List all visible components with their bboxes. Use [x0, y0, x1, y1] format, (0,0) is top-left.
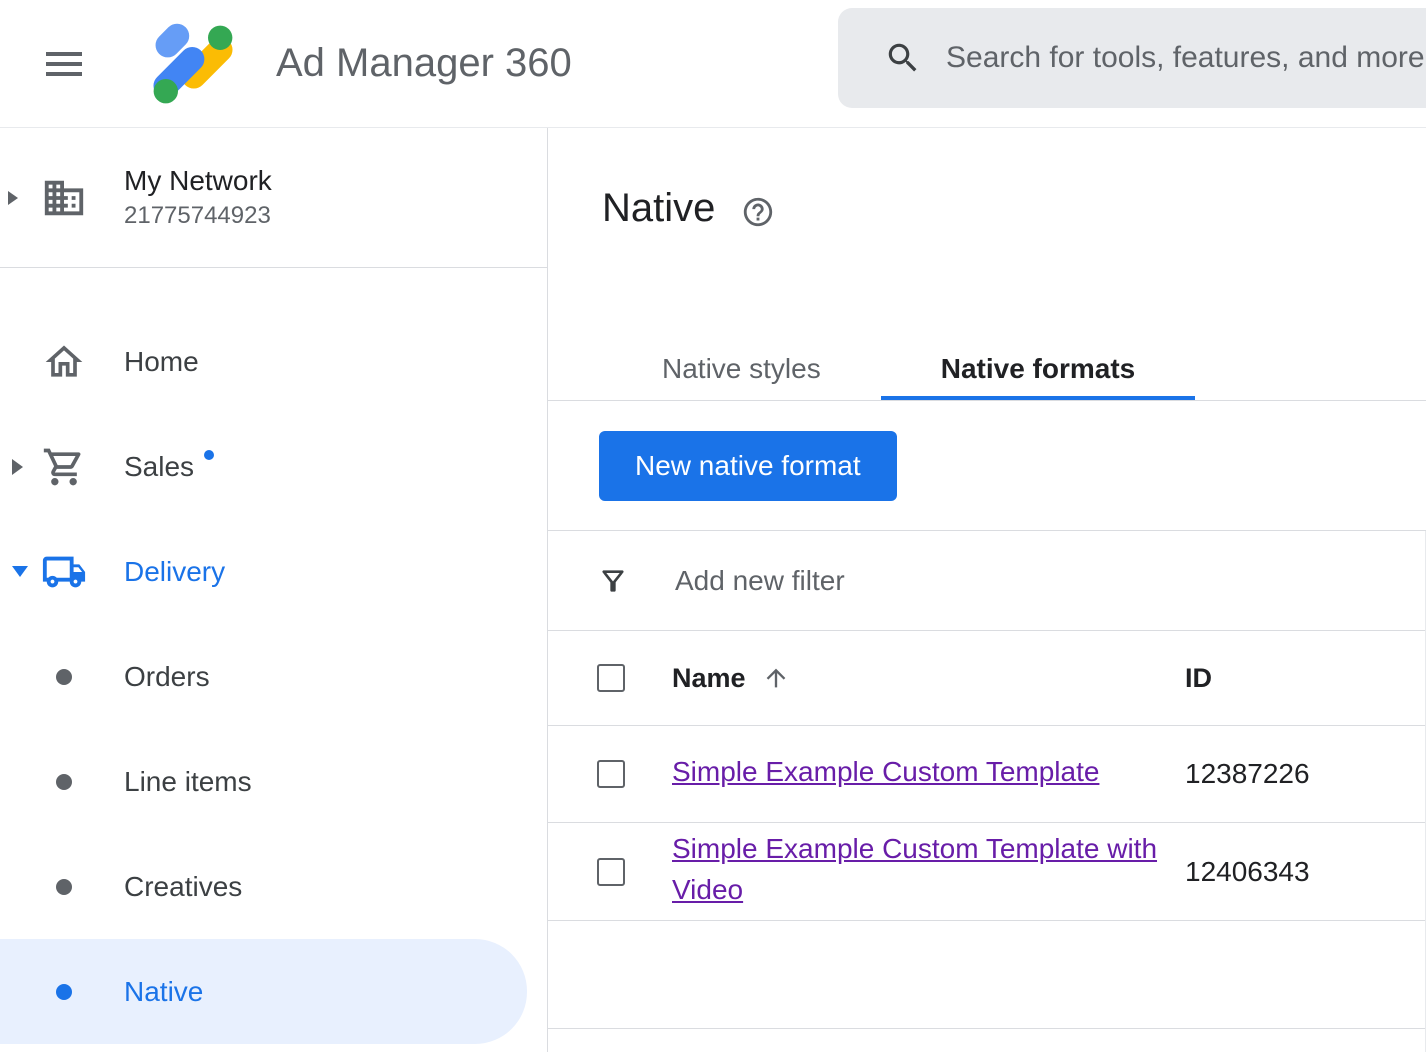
- row-checkbox[interactable]: [597, 760, 625, 788]
- new-native-format-button[interactable]: New native format: [599, 431, 897, 501]
- sidebar-item-label: Sales: [124, 451, 194, 483]
- top-app-bar: Ad Manager 360: [0, 0, 1426, 128]
- sidebar-item-home[interactable]: Home: [0, 309, 547, 414]
- network-name: My Network: [124, 165, 272, 197]
- bullet-icon: [56, 669, 72, 685]
- app-window: Ad Manager 360 My Network 21775744923: [0, 0, 1426, 1052]
- sidebar-item-label: Line items: [124, 766, 252, 798]
- shopping-cart-icon: [40, 443, 88, 491]
- sidebar-item-label: Orders: [124, 661, 210, 693]
- name-column-label: Name: [672, 663, 746, 694]
- sidebar: My Network 21775744923 Home: [0, 128, 548, 1052]
- app-title: Ad Manager 360: [276, 41, 572, 86]
- network-id: 21775744923: [124, 202, 272, 230]
- sidebar-item-label: Creatives: [124, 871, 242, 903]
- search-icon: [884, 39, 922, 77]
- table-header-row: Name ID: [548, 631, 1425, 726]
- row-checkbox[interactable]: [597, 858, 625, 886]
- sidebar-item-label: Native: [124, 976, 203, 1008]
- sidebar-item-line-items[interactable]: Line items: [0, 729, 547, 834]
- sidebar-item-creatives[interactable]: Creatives: [0, 834, 547, 939]
- search-bar[interactable]: [838, 8, 1426, 108]
- notification-dot-icon: [204, 450, 214, 460]
- network-expand-icon[interactable]: [8, 191, 18, 205]
- sidebar-item-delivery[interactable]: Delivery: [0, 519, 547, 624]
- home-icon: [40, 338, 88, 386]
- native-format-link[interactable]: Simple Example Custom Template: [672, 756, 1099, 787]
- bullet-icon: [56, 879, 72, 895]
- sidebar-item-orders[interactable]: Orders: [0, 624, 547, 729]
- ad-manager-logo-icon[interactable]: [148, 19, 238, 109]
- main-content: Native Native styles Native formats New …: [548, 128, 1426, 1052]
- native-formats-panel: Add new filter Name ID: [548, 531, 1426, 1052]
- sidebar-nav: Home Sales: [0, 268, 547, 1044]
- sidebar-item-sales[interactable]: Sales: [0, 414, 547, 519]
- select-all-checkbox[interactable]: [597, 664, 625, 692]
- tab-native-formats[interactable]: Native formats: [881, 337, 1196, 400]
- chevron-right-icon[interactable]: [12, 459, 23, 475]
- table-row: Simple Example Custom Template with Vide…: [548, 823, 1425, 921]
- empty-table-row: [548, 921, 1425, 1029]
- building-icon: [40, 174, 88, 222]
- tab-bar: Native styles Native formats: [548, 337, 1426, 401]
- format-id: 12387226: [1185, 758, 1425, 790]
- filter-bar[interactable]: Add new filter: [548, 531, 1425, 631]
- help-icon[interactable]: [741, 195, 775, 229]
- add-new-filter-label[interactable]: Add new filter: [675, 565, 845, 597]
- bullet-icon: [56, 774, 72, 790]
- name-column-header[interactable]: Name: [672, 663, 1185, 694]
- table-row: Simple Example Custom Template 12387226: [548, 726, 1425, 823]
- network-selector[interactable]: My Network 21775744923: [0, 128, 547, 268]
- filter-funnel-icon: [597, 565, 629, 597]
- bullet-icon: [56, 984, 72, 1000]
- native-format-link[interactable]: Simple Example Custom Template with Vide…: [672, 833, 1157, 905]
- chevron-down-icon[interactable]: [12, 566, 28, 577]
- format-id: 12406343: [1185, 856, 1425, 888]
- hamburger-menu-icon[interactable]: [38, 38, 90, 90]
- id-column-header[interactable]: ID: [1185, 663, 1425, 694]
- tab-native-styles[interactable]: Native styles: [602, 337, 881, 400]
- sidebar-item-label: Home: [124, 346, 199, 378]
- search-input[interactable]: [946, 41, 1426, 75]
- page-title: Native: [602, 186, 715, 231]
- sort-ascending-icon: [762, 664, 790, 692]
- sidebar-item-label: Delivery: [124, 556, 225, 588]
- menu-icon: [40, 40, 88, 88]
- sidebar-item-native[interactable]: Native: [0, 939, 527, 1044]
- truck-icon: [40, 548, 88, 596]
